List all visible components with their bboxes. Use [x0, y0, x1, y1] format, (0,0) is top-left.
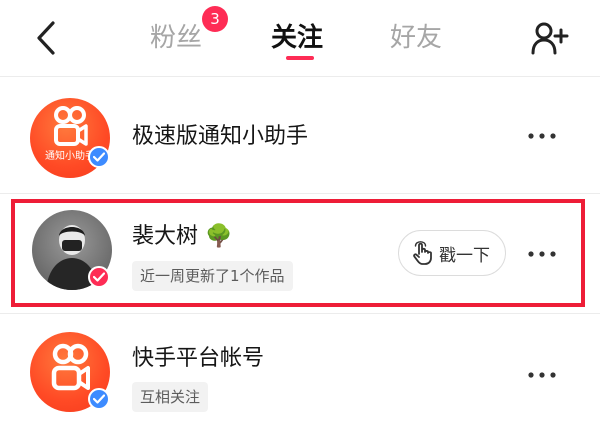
account-name-text: 裴大树 — [132, 224, 199, 249]
top-bar: 粉丝 3 关注 好友 — [0, 0, 600, 76]
account-name[interactable]: 裴大树 🌳 — [132, 218, 232, 250]
mutual-follow-tag: 互相关注 — [132, 382, 209, 412]
more-horizontal-icon — [528, 251, 556, 257]
more-horizontal-icon — [528, 372, 556, 378]
add-friend-button[interactable] — [526, 16, 574, 60]
update-tag: 近一周更新了1个作品 — [132, 261, 293, 291]
more-button[interactable] — [522, 121, 562, 151]
tree-emoji: 🌳 — [205, 224, 233, 249]
active-tab-indicator — [286, 56, 314, 60]
list-item[interactable]: 通知小助手 极速版通知小助手 — [0, 88, 600, 192]
tab-following[interactable]: 关注 — [271, 14, 323, 62]
fans-count-badge: 3 — [202, 6, 228, 32]
back-button[interactable] — [26, 16, 66, 60]
verified-badge — [88, 388, 110, 410]
poke-button[interactable]: 戳一下 — [398, 230, 506, 276]
tab-fans[interactable]: 粉丝 — [150, 14, 202, 62]
list-item[interactable]: 裴大树 🌳 近一周更新了1个作品 戳一下 — [0, 196, 600, 312]
row-divider — [0, 193, 600, 194]
add-user-icon — [531, 22, 569, 55]
more-horizontal-icon — [528, 133, 556, 139]
poke-label: 戳一下 — [439, 245, 490, 266]
verified-badge — [88, 266, 110, 288]
check-icon — [93, 152, 105, 162]
chevron-left-icon — [37, 21, 55, 55]
verified-badge — [88, 146, 110, 168]
header-divider — [0, 76, 600, 77]
more-button[interactable] — [522, 360, 562, 390]
account-name[interactable]: 极速版通知小助手 — [132, 118, 308, 150]
more-button[interactable] — [522, 239, 562, 269]
tap-hand-icon — [413, 241, 432, 265]
row-divider — [0, 313, 600, 314]
list-item[interactable]: 快手平台帐号 互相关注 — [0, 316, 600, 438]
check-icon — [93, 394, 105, 404]
tab-friends[interactable]: 好友 — [390, 14, 442, 62]
check-icon — [93, 272, 105, 282]
account-name[interactable]: 快手平台帐号 — [132, 340, 264, 372]
